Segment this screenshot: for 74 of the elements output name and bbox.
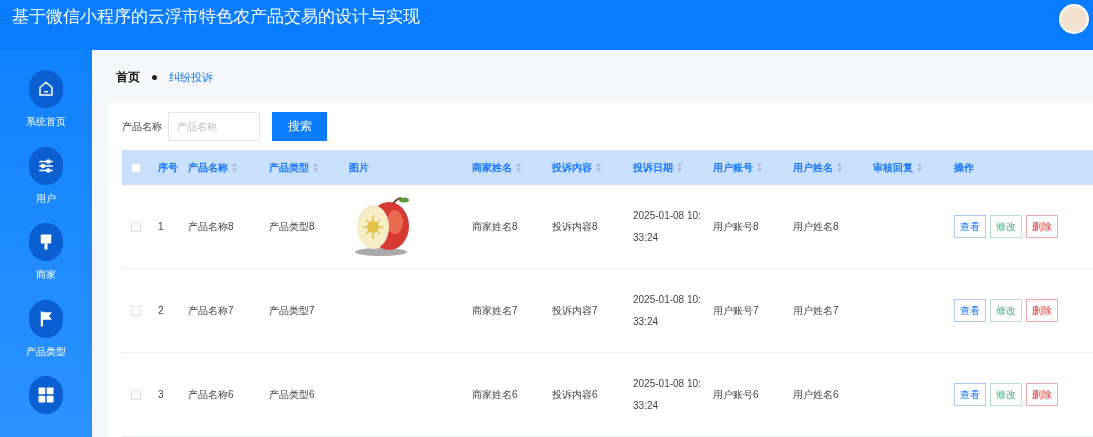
search-label: 产品名称	[122, 119, 162, 134]
row-action-button[interactable]: 修改	[990, 383, 1022, 406]
table-cell-text: 2025-01-08 10:33:24	[633, 376, 702, 413]
sidebar-item-label[interactable]: 用户	[36, 190, 56, 206]
row-action-button[interactable]: 查看	[954, 215, 986, 238]
column-header[interactable]: 审核回复	[873, 160, 913, 175]
column-header[interactable]: 用户姓名	[793, 160, 833, 175]
column-header[interactable]: 用户账号	[713, 160, 753, 175]
column-header: 操作	[954, 161, 974, 175]
column-header: 图片	[349, 161, 369, 175]
table-cell-text: 用户账号8	[713, 220, 759, 234]
checkbox[interactable]	[131, 389, 141, 400]
column-header[interactable]: 产品名称	[188, 160, 228, 175]
sidebar-item-label[interactable]: 系统首页	[26, 114, 66, 129]
table-cell-text: 用户姓名6	[793, 388, 839, 402]
table-cell-text: 投诉内容8	[552, 220, 598, 234]
table-cell-text: 用户姓名8	[793, 220, 839, 234]
table-cell-text: 3	[158, 388, 164, 402]
app-title: 基于微信小程序的云浮市特色农产品交易的设计与实现	[12, 6, 420, 28]
sort-icon[interactable]	[516, 163, 521, 172]
sort-icon[interactable]	[677, 163, 682, 172]
checkbox[interactable]	[131, 162, 141, 173]
sidebar-item-button[interactable]	[29, 299, 63, 338]
sidebar-item-button[interactable]	[29, 376, 63, 415]
table-cell-text: 用户账号7	[713, 304, 759, 318]
sort-icon[interactable]	[596, 163, 601, 172]
avatar[interactable]	[1059, 4, 1089, 34]
table-cell-text: 用户姓名7	[793, 304, 839, 318]
column-header[interactable]: 投诉内容	[552, 160, 592, 175]
column-header[interactable]: 商家姓名	[472, 160, 512, 175]
checkbox[interactable]	[131, 221, 141, 232]
sort-icon[interactable]	[232, 163, 237, 172]
sort-icon[interactable]	[837, 163, 842, 172]
table-cell-text: 2025-01-08 10:33:24	[633, 292, 702, 329]
sidebar-item-label[interactable]: 商家	[36, 267, 56, 283]
table-cell-text: 产品名称6	[188, 388, 234, 402]
search-button[interactable]: 搜索	[272, 111, 327, 141]
sort-icon[interactable]	[313, 163, 318, 172]
table-cell-text: 产品类型6	[269, 388, 315, 402]
row-action-button[interactable]: 删除	[1026, 383, 1058, 406]
table-cell-text: 产品名称8	[188, 220, 234, 234]
table-cell-text: 商家姓名7	[472, 304, 518, 318]
row-action-button[interactable]: 删除	[1026, 215, 1058, 238]
breadcrumb-item: 纠纷投诉	[169, 69, 213, 85]
sidebar-item-button[interactable]	[29, 223, 63, 262]
column-header[interactable]: 投诉日期	[633, 160, 673, 175]
sidebar-item-button[interactable]	[29, 70, 63, 108]
table-cell-text: 产品类型7	[269, 304, 315, 318]
table-cell-text: 商家姓名8	[472, 220, 518, 234]
row-action-button[interactable]: 删除	[1026, 299, 1058, 322]
breadcrumb-item[interactable]: 首页	[116, 68, 140, 86]
grid-icon	[37, 386, 55, 405]
table-cell-text: 1	[158, 220, 164, 234]
column-header: 序号	[158, 161, 178, 175]
table-cell-text: 用户账号6	[713, 388, 759, 402]
column-header[interactable]: 产品类型	[269, 160, 309, 175]
table-cell-text: 商家姓名6	[472, 388, 518, 402]
sort-icon[interactable]	[917, 163, 922, 172]
sidebar-item-label[interactable]: 产品类型	[26, 343, 66, 359]
table-cell-text: 2025-01-08 10:33:24	[633, 208, 702, 245]
row-action-button[interactable]: 修改	[990, 215, 1022, 238]
table-cell-text: 2	[158, 304, 164, 318]
sort-icon[interactable]	[757, 163, 762, 172]
sliders-icon	[37, 156, 55, 175]
row-action-button[interactable]: 查看	[954, 383, 986, 406]
sidebar-item-button[interactable]	[29, 146, 63, 185]
row-action-button[interactable]: 修改	[990, 299, 1022, 322]
checkbox[interactable]	[131, 305, 141, 316]
row-action-button[interactable]: 查看	[954, 299, 986, 322]
table-cell-text: 产品类型8	[269, 220, 315, 234]
table-cell-text: 投诉内容7	[552, 304, 598, 318]
home-icon	[37, 80, 55, 98]
table-cell-text: 产品名称7	[188, 304, 234, 318]
table-cell-text: 投诉内容6	[552, 388, 598, 402]
